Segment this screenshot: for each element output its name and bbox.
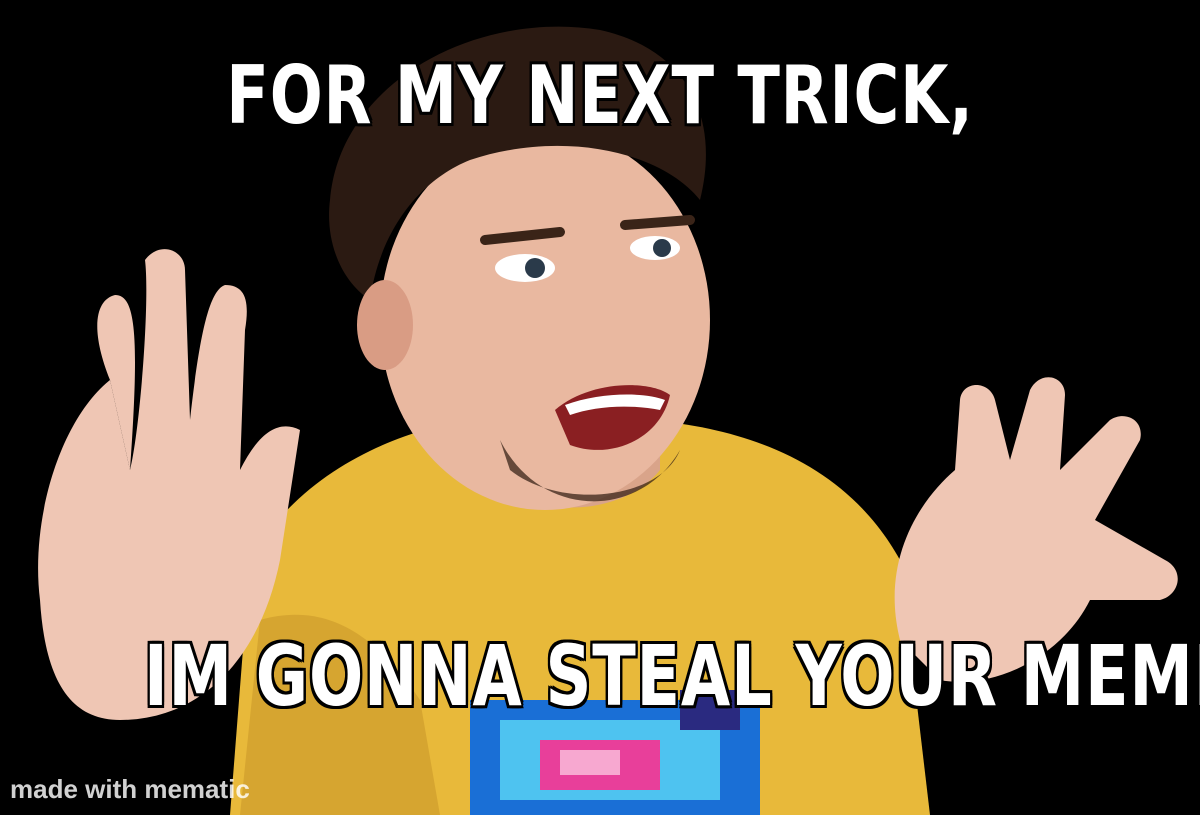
right-pupil	[653, 239, 671, 257]
meme-image: FOR MY NEXT TRICK, IM GONNA STEAL YOUR M…	[0, 0, 1200, 815]
top-caption: FOR MY NEXT TRICK,	[226, 48, 974, 143]
left-pupil	[525, 258, 545, 278]
bottom-caption: IM GONNA STEAL YOUR MEME!	[143, 626, 1200, 726]
ear	[357, 280, 413, 370]
watermark-text: made with mematic	[10, 774, 250, 804]
face	[380, 130, 710, 510]
